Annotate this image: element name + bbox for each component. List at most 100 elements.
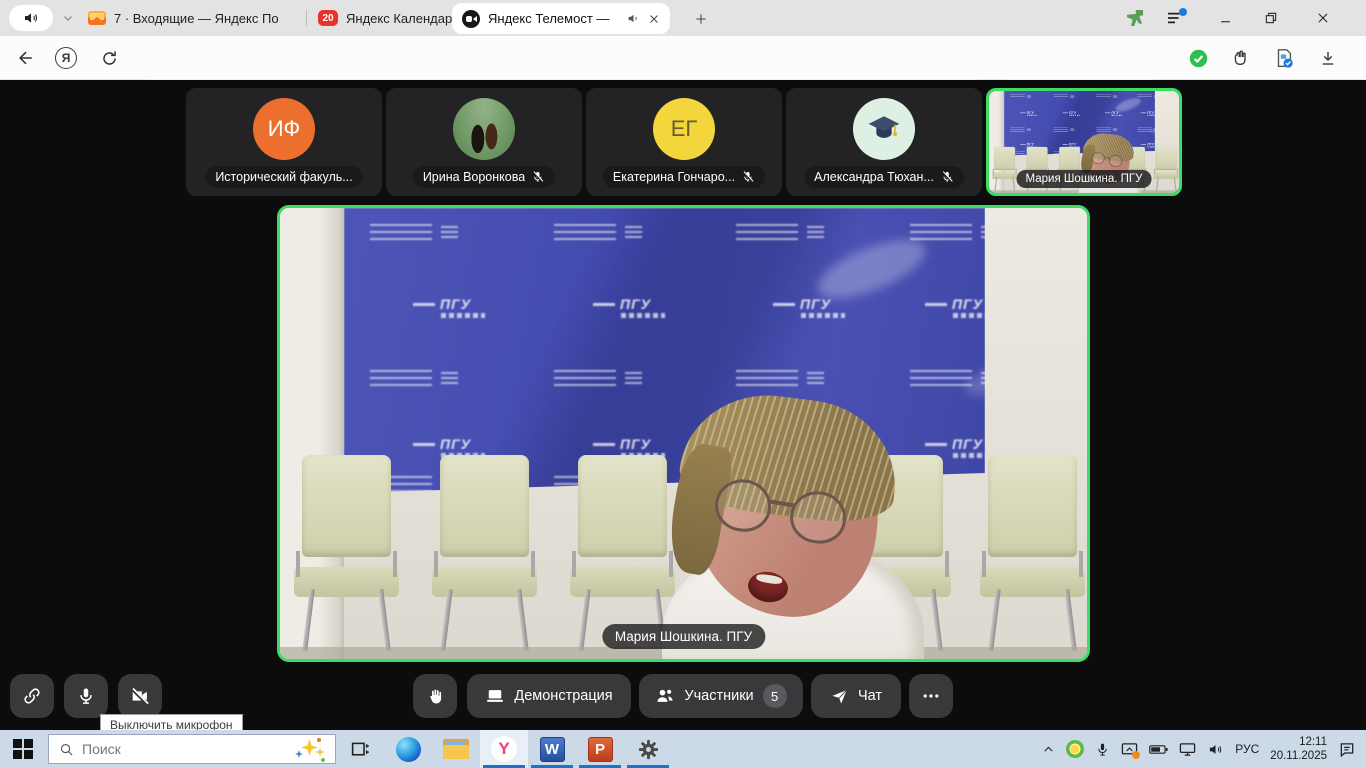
paper-plane-icon [830,687,849,706]
participants-label: Участники [684,688,753,704]
browser-menu-button[interactable] [1162,6,1188,30]
chevron-down-icon[interactable] [58,9,78,27]
raise-hand-button[interactable] [413,674,457,718]
self-video-tile[interactable]: ПГУПГУПГУПГУПГУПГУПГУПГУ Мария Шошкина. … [986,88,1182,196]
speaker-icon [23,10,39,26]
language-indicator[interactable]: РУС [1235,742,1259,756]
close-window-button[interactable] [1310,6,1336,30]
chair [1154,147,1179,191]
page-translate-icon[interactable] [1272,46,1296,70]
camera-off-button[interactable] [118,674,162,718]
share-screen-label: Демонстрация [514,688,612,704]
yandex-home-button[interactable]: Я [54,46,78,70]
new-tab-button[interactable] [690,8,712,30]
participant-name: Исторический факуль... [215,170,352,184]
laptop-icon [485,686,505,706]
search-highlights-icon [295,737,325,761]
windows-icon [13,739,33,759]
search-icon [59,742,74,757]
chair [294,455,399,651]
taskbar-search[interactable] [48,734,336,764]
participant-tile[interactable]: ИФ Исторический факуль... [186,88,382,196]
notification-dot [1132,751,1140,759]
mic-muted-icon [940,170,954,184]
chair [992,147,1017,191]
antivirus-icon[interactable] [1066,740,1084,758]
powerpoint-icon: P [588,737,613,762]
clock[interactable]: 12:11 20.11.2025 [1270,735,1327,764]
cast-display-icon[interactable] [1121,742,1138,757]
back-button[interactable] [14,46,38,70]
taskbar-settings[interactable] [624,730,672,768]
task-view-button[interactable] [336,730,384,768]
chat-label: Чат [858,688,882,704]
avatar: ЕГ [653,98,715,160]
taskbar-word[interactable]: W [528,730,576,768]
mail-icon [88,11,106,25]
taskbar-edge[interactable] [384,730,432,768]
minimize-button[interactable] [1212,6,1238,30]
video-scene: ПГУПГУПГУПГУПГУПГУПГУПГУ [280,208,1087,659]
speaker-person [652,404,942,659]
dino-extension-icon[interactable] [1122,6,1148,30]
taskbar-powerpoint[interactable]: P [576,730,624,768]
tab-audio-button[interactable] [9,5,53,31]
avatar-horses-photo [453,98,515,160]
tab-title: Яндекс Телемост — [488,11,619,26]
battery-icon[interactable] [1149,743,1168,756]
windows-taskbar: Y W P РУС 12:11 20.11.2025 [0,730,1366,768]
telemost-icon [462,10,480,28]
downloads-icon[interactable] [1316,46,1340,70]
mic-muted-icon [741,170,755,184]
restore-button[interactable] [1258,6,1284,30]
people-icon [655,686,675,706]
protect-check-icon[interactable] [1186,46,1210,70]
volume-icon[interactable] [1207,742,1224,757]
share-screen-button[interactable]: Демонстрация [467,674,631,718]
taskbar-yandex-browser[interactable]: Y [480,730,528,768]
participants-count-badge: 5 [763,684,787,708]
tray-chevron-icon[interactable] [1042,743,1055,756]
system-tray: РУС 12:11 20.11.2025 [1042,735,1366,764]
folder-icon [443,739,469,759]
mic-muted-icon [531,170,545,184]
participant-name: Александра Тюхан... [814,170,934,184]
tab-calendar[interactable]: 20 Яндекс Календарь [318,0,468,36]
close-tab-icon[interactable] [648,13,660,25]
main-video-name-label: Мария Шошкина. ПГУ [602,624,765,649]
copy-link-button[interactable] [10,674,54,718]
refresh-button[interactable] [97,46,121,70]
gear-icon [637,738,660,761]
avatar: ИФ [253,98,315,160]
participant-tile[interactable]: Ирина Воронкова [386,88,582,196]
chair [980,455,1085,651]
participants-button[interactable]: Участники 5 [639,674,803,718]
menu-notification-dot [1179,8,1187,16]
search-input[interactable] [82,741,287,757]
participant-tile[interactable]: ЕГ Екатерина Гончаро... [586,88,782,196]
main-video[interactable]: ПГУПГУПГУПГУПГУПГУПГУПГУ Мария Шошкина. … [277,205,1090,662]
chat-button[interactable]: Чат [811,674,901,718]
start-button[interactable] [0,730,46,768]
participant-name: Екатерина Гончаро... [613,170,735,184]
network-icon[interactable] [1179,742,1196,757]
date: 20.11.2025 [1270,749,1327,763]
taskbar-explorer[interactable] [432,730,480,768]
extension-icon[interactable] [1228,46,1252,70]
tray-mic-icon[interactable] [1095,742,1110,757]
tab-telemost-active[interactable]: Яндекс Телемост — [452,3,670,34]
participant-name: Ирина Воронкова [423,170,525,184]
tab-separator [306,10,307,26]
tab-mail[interactable]: 7 · Входящие — Яндекс По [88,0,303,36]
more-button[interactable] [909,674,953,718]
tab-speaker-icon[interactable] [627,12,640,25]
word-icon: W [540,737,565,762]
tab-title: 7 · Входящие — Яндекс По [114,11,279,26]
notification-center-icon[interactable] [1338,741,1356,758]
participant-tile[interactable]: Александра Тюхан... [786,88,982,196]
microphone-button[interactable] [64,674,108,718]
time: 12:11 [1270,735,1327,749]
edge-icon [396,737,421,762]
avatar-graduation-cap-icon [853,98,915,160]
participant-name: Мария Шошкина. ПГУ [1026,173,1143,185]
